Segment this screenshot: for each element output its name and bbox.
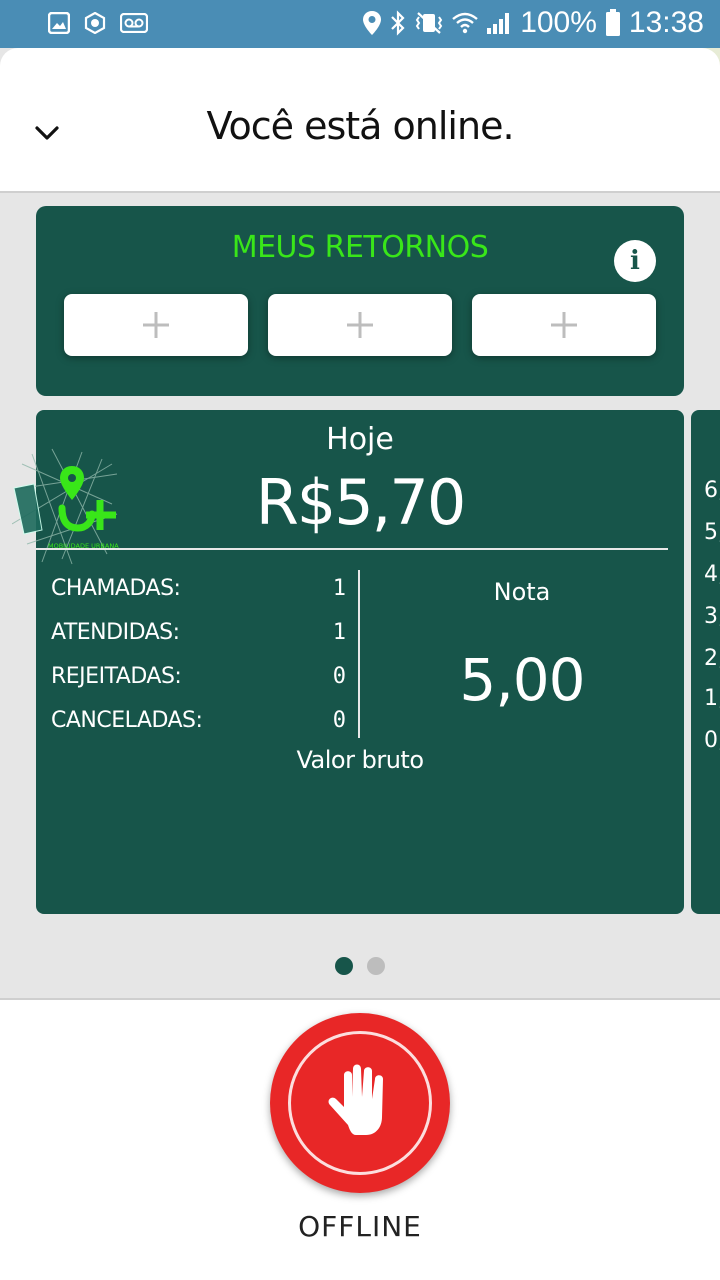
earnings-value: R$5,70 <box>255 466 467 539</box>
stat-label-canceladas: CANCELADAS: <box>51 708 203 733</box>
pager-dot-1[interactable] <box>335 957 353 975</box>
go-offline-button[interactable] <box>270 1013 450 1193</box>
rating-value: 5,00 <box>459 646 585 714</box>
header-divider <box>0 191 720 193</box>
gross-value-label: Valor bruto <box>296 746 424 774</box>
plus-icon <box>143 312 169 338</box>
image-icon <box>48 12 70 34</box>
stat-label-atendidas: ATENDIDAS: <box>51 620 180 645</box>
vibrate-mute-icon <box>414 11 444 35</box>
axis-tick: 5, <box>704 520 720 545</box>
stat-value-canceladas: 0 <box>332 708 346 733</box>
plus-icon <box>551 312 577 338</box>
page-title: Você está online. <box>206 104 514 148</box>
location-pin-icon <box>362 10 382 36</box>
stat-value-atendidas: 1 <box>332 620 346 645</box>
returns-panel: MEUS RETORNOS i <box>36 206 684 396</box>
axis-tick: 1, <box>704 686 720 711</box>
card-divider <box>36 548 668 550</box>
axis-tick: 0, <box>704 728 720 753</box>
period-label: Hoje <box>326 422 394 457</box>
stat-value-chamadas: 1 <box>332 576 346 601</box>
pager-dot-2[interactable] <box>367 957 385 975</box>
wifi-icon <box>452 11 478 35</box>
stop-hand-icon <box>322 1061 398 1145</box>
axis-tick: 4, <box>704 562 720 587</box>
location-target-icon <box>84 12 106 34</box>
clock: 13:38 <box>628 6 704 39</box>
battery-icon <box>605 9 621 37</box>
voicemail-icon <box>120 13 148 33</box>
stat-value-rejeitadas: 0 <box>332 664 346 689</box>
offline-label: OFFLINE <box>298 1210 422 1243</box>
next-card-peek[interactable]: 6, 5, 4, 3, 2, 1, 0, <box>691 410 720 914</box>
axis-tick: 6, <box>704 478 720 503</box>
stat-label-chamadas: CHAMADAS: <box>51 576 181 601</box>
info-button[interactable]: i <box>614 240 656 282</box>
axis-tick: 3, <box>704 604 720 629</box>
stat-label-rejeitadas: REJEITADAS: <box>51 664 182 689</box>
rating-label: Nota <box>493 578 551 606</box>
plus-icon <box>347 312 373 338</box>
return-slot-1[interactable] <box>64 294 248 356</box>
return-slot-3[interactable] <box>472 294 656 356</box>
stats-divider <box>358 570 360 738</box>
return-slot-2[interactable] <box>268 294 452 356</box>
bluetooth-icon <box>390 10 406 36</box>
axis-tick: 2, <box>704 646 720 671</box>
returns-title: MEUS RETORNOS <box>231 230 489 265</box>
battery-percent: 100% <box>520 6 597 39</box>
status-bar: 100% 13:38 <box>0 0 720 48</box>
daily-summary-card[interactable]: MOBILIDADE URBANA Hoje R$5,70 CHAMADAS: … <box>11 410 684 914</box>
signal-icon <box>486 11 512 35</box>
